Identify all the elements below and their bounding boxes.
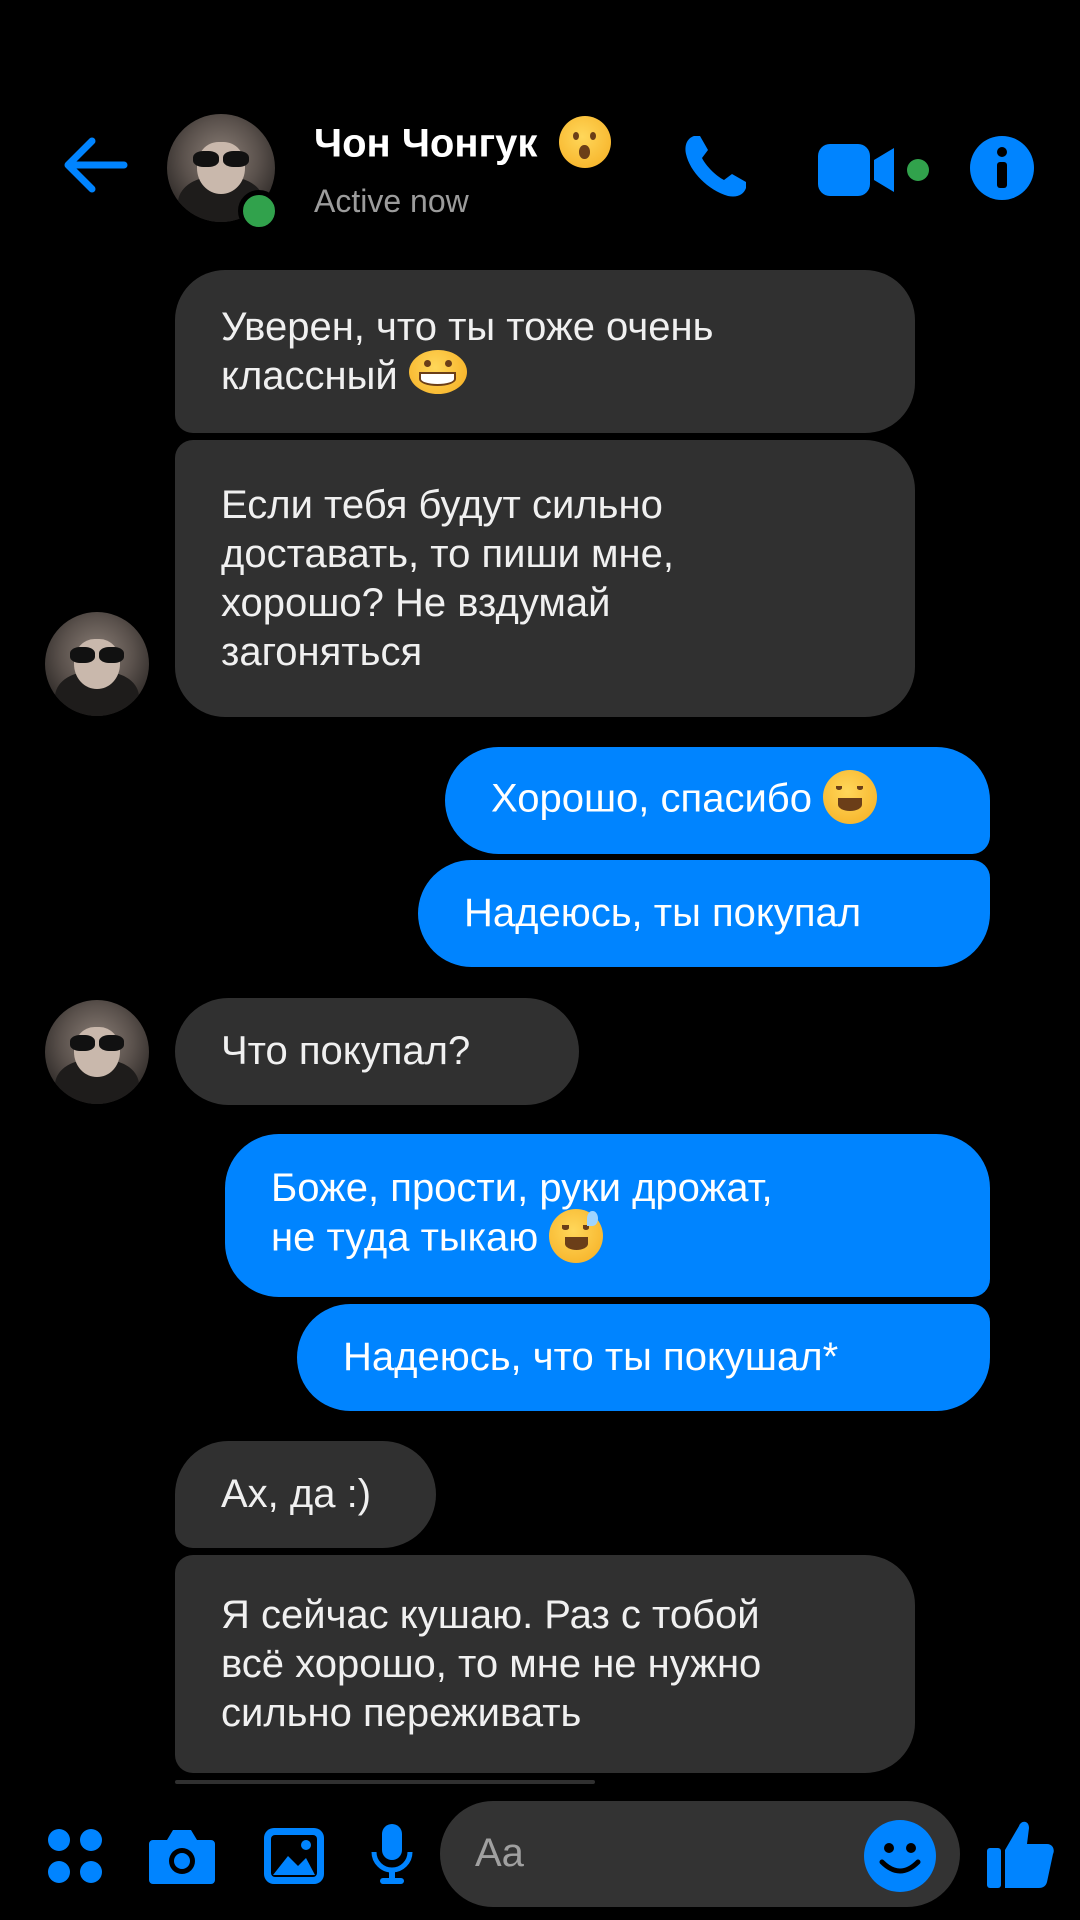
back-arrow-icon[interactable] (58, 135, 128, 195)
message-bubble-incoming[interactable]: Если тебя будут сильно доставать, то пиш… (175, 440, 915, 717)
microphone-icon[interactable] (370, 1822, 414, 1886)
message-bubble-incoming[interactable]: Что покупал? (175, 998, 579, 1105)
message-text: Ах, да :) (221, 1472, 372, 1516)
message-bubble-outgoing[interactable]: Надеюсь, ты покупал (418, 860, 990, 967)
apps-menu-icon[interactable] (45, 1826, 105, 1886)
message-bubble-outgoing[interactable]: Надеюсь, что ты покушал* (297, 1304, 990, 1411)
surprised-face-emoji (558, 116, 611, 168)
contact-name-text: Чон Чонгук (314, 121, 538, 166)
emoji-icon[interactable] (864, 1820, 936, 1892)
message-text: Уверен, что ты тоже очень классный (221, 304, 714, 398)
phone-icon[interactable] (680, 132, 750, 202)
message-bubble-incoming[interactable]: Я сейчас кушаю. Раз с тобой всё хорошо, … (175, 1555, 915, 1773)
message-text: Хорошо, спасибо (491, 769, 878, 828)
contact-name[interactable]: Чон Чонгук (314, 116, 611, 172)
active-status: Active now (314, 183, 469, 219)
sender-avatar[interactable] (45, 612, 149, 716)
info-icon[interactable] (970, 136, 1034, 200)
image-icon[interactable] (262, 1826, 326, 1886)
message-bubble-incoming[interactable]: Уверен, что ты тоже очень классный (175, 270, 915, 433)
smiling-face-emoji (823, 769, 878, 824)
partial-bubble-edge (175, 1780, 595, 1784)
message-text: Надеюсь, что ты покушал* (343, 1335, 839, 1379)
message-text: Что покупал? (221, 1029, 471, 1073)
message-bubble-outgoing[interactable]: Боже, прости, руки дрожат, не туда тыкаю (225, 1134, 990, 1297)
camera-icon[interactable] (147, 1826, 217, 1886)
online-indicator (238, 190, 280, 232)
sweat-smile-emoji (549, 1209, 604, 1263)
conversation-header: Чон Чонгук Active now (0, 0, 1080, 255)
message-text: Боже, прости, руки дрожат, не туда тыкаю (271, 1164, 773, 1267)
video-camera-icon[interactable] (816, 140, 936, 200)
message-text: Надеюсь, ты покупал (464, 891, 862, 935)
message-bubble-incoming[interactable]: Ах, да :) (175, 1441, 436, 1548)
message-bubble-outgoing[interactable]: Хорошо, спасибо (445, 747, 990, 854)
thumbs-up-icon[interactable] (985, 1818, 1055, 1890)
message-text: Я сейчас кушаю. Раз с тобой всё хорошо, … (221, 1592, 762, 1735)
message-input-placeholder: Aa (475, 1831, 524, 1875)
grinning-face-emoji (408, 349, 467, 394)
sender-avatar[interactable] (45, 1000, 149, 1104)
message-text: Если тебя будут сильно доставать, то пиш… (221, 482, 674, 674)
